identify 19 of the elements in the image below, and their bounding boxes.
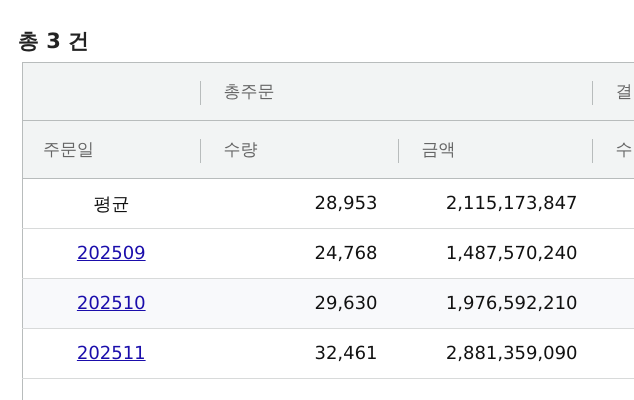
quantity-value: 32,461: [314, 343, 378, 364]
amount-value: 1,487,570,240: [446, 243, 578, 264]
amount-value: 1,976,592,210: [446, 293, 578, 314]
column-header: 주문일: [22, 120, 200, 178]
column-header: 수: [592, 120, 634, 178]
quantity-value: 28,953: [314, 193, 378, 214]
date-link[interactable]: 202509: [76, 243, 146, 264]
quantity-value: 29,630: [314, 293, 378, 314]
column-header: 금액: [398, 120, 592, 178]
amount-value: 2,881,359,090: [446, 343, 578, 364]
amount-value: 2,115,173,847: [446, 193, 578, 214]
average-label: 평균: [93, 194, 130, 214]
quantity-value: 24,768: [314, 243, 378, 264]
result-count-title: 총 3 건: [18, 28, 90, 55]
date-link[interactable]: 202511: [76, 343, 146, 364]
group-header-cell: 결: [592, 62, 634, 120]
column-header: 수량: [200, 120, 398, 178]
date-link[interactable]: 202510: [76, 293, 146, 314]
group-header-cell: 총주문: [200, 62, 592, 120]
